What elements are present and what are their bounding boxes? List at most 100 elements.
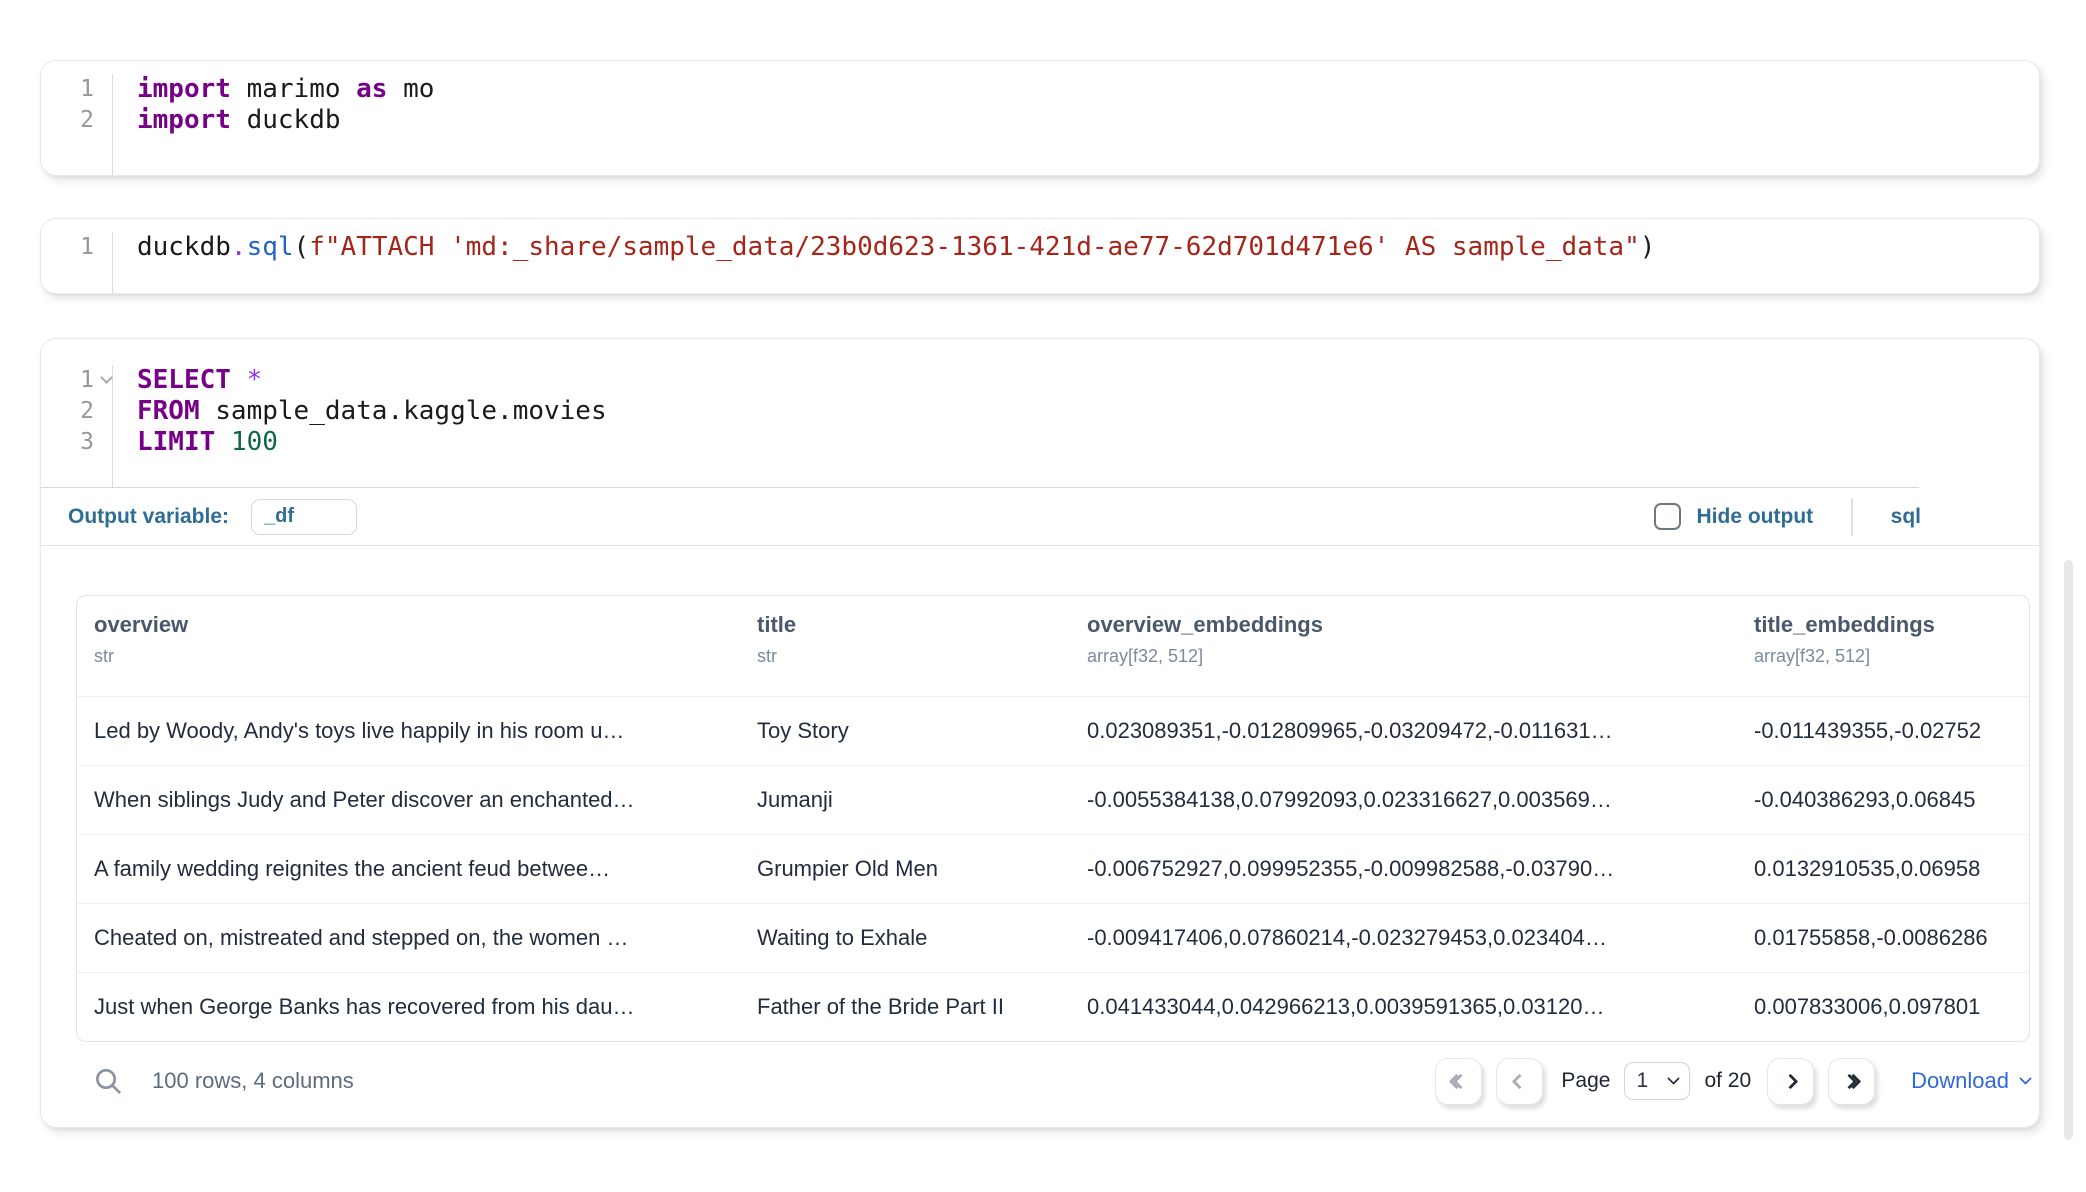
code-cell-imports: 12 import marimo as moimport duckdb bbox=[40, 60, 2040, 176]
table-cell: When siblings Judy and Peter discover an… bbox=[77, 766, 740, 834]
column-type: str bbox=[94, 646, 730, 667]
line-number-gutter: 12 bbox=[41, 74, 113, 175]
line-number: 1 bbox=[41, 365, 112, 396]
column-header[interactable]: title str bbox=[740, 596, 1070, 696]
table-row[interactable]: A family wedding reignites the ancient f… bbox=[77, 834, 2029, 903]
code-token: * bbox=[247, 365, 263, 395]
code-token bbox=[215, 427, 231, 457]
output-variable-input[interactable] bbox=[251, 499, 357, 535]
chevron-left-icon bbox=[1512, 1073, 1528, 1089]
table-summary: 100 rows, 4 columns bbox=[152, 1068, 354, 1094]
cell-language-badge[interactable]: sql bbox=[1891, 505, 1921, 529]
table-cell: Waiting to Exhale bbox=[740, 904, 1070, 972]
code-line[interactable]: import marimo as mo bbox=[113, 74, 2039, 105]
code-token: LIMIT bbox=[137, 427, 215, 457]
table-header-row: overviewstr title str overview_embeddingsar… bbox=[77, 596, 2029, 696]
hide-output-label[interactable]: Hide output bbox=[1697, 505, 1814, 529]
table-cell: -0.0055384138,0.07992093,0.023316627,0.0… bbox=[1070, 766, 1737, 834]
code-line[interactable]: duckdb.sql(f"ATTACH 'md:_share/sample_da… bbox=[113, 232, 2039, 263]
table-cell: 0.041433044,0.042966213,0.0039591365,0.0… bbox=[1070, 973, 1737, 1041]
column-name: overview_embeddings bbox=[1087, 612, 1727, 638]
code-line[interactable]: FROM sample_data.kaggle.movies bbox=[113, 396, 2039, 427]
table-cell: -0.006752927,0.099952355,-0.009982588,-0… bbox=[1070, 835, 1737, 903]
dataframe-table: overviewstr title str overview_embeddingsar… bbox=[76, 595, 2030, 1042]
code-line[interactable]: LIMIT 100 bbox=[113, 427, 2039, 458]
vertical-divider bbox=[1851, 498, 1853, 536]
column-header[interactable]: overviewstr bbox=[77, 596, 740, 696]
table-cell: -0.040386293,0.06845 bbox=[1737, 766, 2030, 834]
download-label: Download bbox=[1911, 1068, 2009, 1094]
output-section-divider bbox=[41, 545, 2039, 546]
table-footer: 100 rows, 4 columns Page 1 of 20 bbox=[76, 1055, 2030, 1107]
code-token: as bbox=[356, 74, 387, 104]
code-editor[interactable]: 1 duckdb.sql(f"ATTACH 'md:_share/sample_… bbox=[41, 219, 2039, 293]
page-select-value: 1 bbox=[1636, 1069, 1648, 1093]
table-row[interactable]: Cheated on, mistreated and stepped on, t… bbox=[77, 903, 2029, 972]
code-editor[interactable]: 12 import marimo as moimport duckdb bbox=[41, 61, 2039, 175]
code-token: import bbox=[137, 105, 231, 135]
code-token: marimo bbox=[231, 74, 356, 104]
sql-cell: 123 SELECT *FROM sample_data.kaggle.movi… bbox=[40, 338, 2040, 1128]
table-cell: 0.0132910535,0.06958 bbox=[1737, 835, 2030, 903]
code-token: FROM bbox=[137, 396, 200, 426]
search-icon[interactable] bbox=[90, 1063, 126, 1099]
prev-page-button[interactable] bbox=[1496, 1058, 1543, 1105]
code-token: SELECT bbox=[137, 365, 231, 395]
double-chevron-left-icon bbox=[1455, 1076, 1463, 1087]
table-cell: Toy Story bbox=[740, 697, 1070, 765]
next-page-button[interactable] bbox=[1767, 1058, 1814, 1105]
fold-chevron-icon[interactable] bbox=[100, 371, 113, 384]
code-token: sample_data.kaggle.movies bbox=[200, 396, 607, 426]
table-cell: Grumpier Old Men bbox=[740, 835, 1070, 903]
code-token: f"ATTACH 'md:_share/sample_data/23b0d623… bbox=[309, 232, 1640, 262]
table-cell: Just when George Banks has recovered fro… bbox=[77, 973, 740, 1041]
output-options-bar: Output variable: Hide output sql bbox=[41, 488, 2039, 545]
line-number: 1 bbox=[41, 74, 112, 105]
code-token: ) bbox=[1640, 232, 1656, 262]
first-page-button[interactable] bbox=[1435, 1058, 1482, 1105]
table-row[interactable]: When siblings Judy and Peter discover an… bbox=[77, 765, 2029, 834]
line-number-gutter: 1 bbox=[41, 232, 113, 293]
table-cell: Father of the Bride Part II bbox=[740, 973, 1070, 1041]
code-lines[interactable]: import marimo as moimport duckdb bbox=[113, 74, 2039, 175]
table-row[interactable]: Led by Woody, Andy's toys live happily i… bbox=[77, 696, 2029, 765]
table-cell: 0.007833006,0.097801 bbox=[1737, 973, 2030, 1041]
column-type: array[f32, 512] bbox=[1087, 646, 1727, 667]
table-row[interactable]: Just when George Banks has recovered fro… bbox=[77, 972, 2029, 1041]
code-line[interactable]: SELECT * bbox=[113, 365, 2039, 396]
code-token: mo bbox=[387, 74, 434, 104]
download-button[interactable]: Download bbox=[1911, 1068, 2030, 1094]
page-scrollbar[interactable] bbox=[2064, 560, 2073, 1140]
table-cell: Jumanji bbox=[740, 766, 1070, 834]
table-cell: 0.01755858,-0.0086286 bbox=[1737, 904, 2030, 972]
pagination: Page 1 of 20 Download bbox=[1435, 1058, 2030, 1105]
code-token: sql bbox=[247, 232, 294, 262]
table-cell: Cheated on, mistreated and stepped on, t… bbox=[77, 904, 740, 972]
page-count-label: of 20 bbox=[1704, 1069, 1751, 1093]
column-header[interactable]: overview_embeddings array[f32, 512] bbox=[1070, 596, 1737, 696]
page-select[interactable]: 1 bbox=[1624, 1062, 1690, 1100]
code-lines[interactable]: duckdb.sql(f"ATTACH 'md:_share/sample_da… bbox=[113, 232, 2039, 293]
double-chevron-right-icon bbox=[1848, 1076, 1856, 1087]
column-type: str bbox=[757, 646, 1060, 667]
table-cell: 0.023089351,-0.012809965,-0.03209472,-0.… bbox=[1070, 697, 1737, 765]
code-lines[interactable]: SELECT *FROM sample_data.kaggle.moviesLI… bbox=[113, 365, 2039, 487]
table-cell: A family wedding reignites the ancient f… bbox=[77, 835, 740, 903]
table-body: Led by Woody, Andy's toys live happily i… bbox=[77, 696, 2029, 1041]
line-number-gutter: 123 bbox=[41, 365, 113, 487]
line-number: 2 bbox=[41, 396, 112, 427]
table-cell: -0.011439355,-0.02752 bbox=[1737, 697, 2030, 765]
code-token: 100 bbox=[231, 427, 278, 457]
column-name: title_embeddings bbox=[1754, 612, 2030, 638]
hide-output-checkbox[interactable] bbox=[1654, 503, 1681, 530]
code-token: import bbox=[137, 74, 231, 104]
page-label: Page bbox=[1561, 1069, 1610, 1093]
column-name: title bbox=[757, 612, 1060, 638]
code-editor[interactable]: 123 SELECT *FROM sample_data.kaggle.movi… bbox=[41, 339, 2039, 487]
last-page-button[interactable] bbox=[1828, 1058, 1875, 1105]
code-line[interactable]: import duckdb bbox=[113, 105, 2039, 136]
chevron-down-icon bbox=[1668, 1072, 1681, 1085]
line-number: 1 bbox=[41, 232, 112, 263]
chevron-down-icon bbox=[2019, 1072, 2032, 1085]
column-header[interactable]: title_embeddingsarray[f32, 512] bbox=[1737, 596, 2030, 696]
